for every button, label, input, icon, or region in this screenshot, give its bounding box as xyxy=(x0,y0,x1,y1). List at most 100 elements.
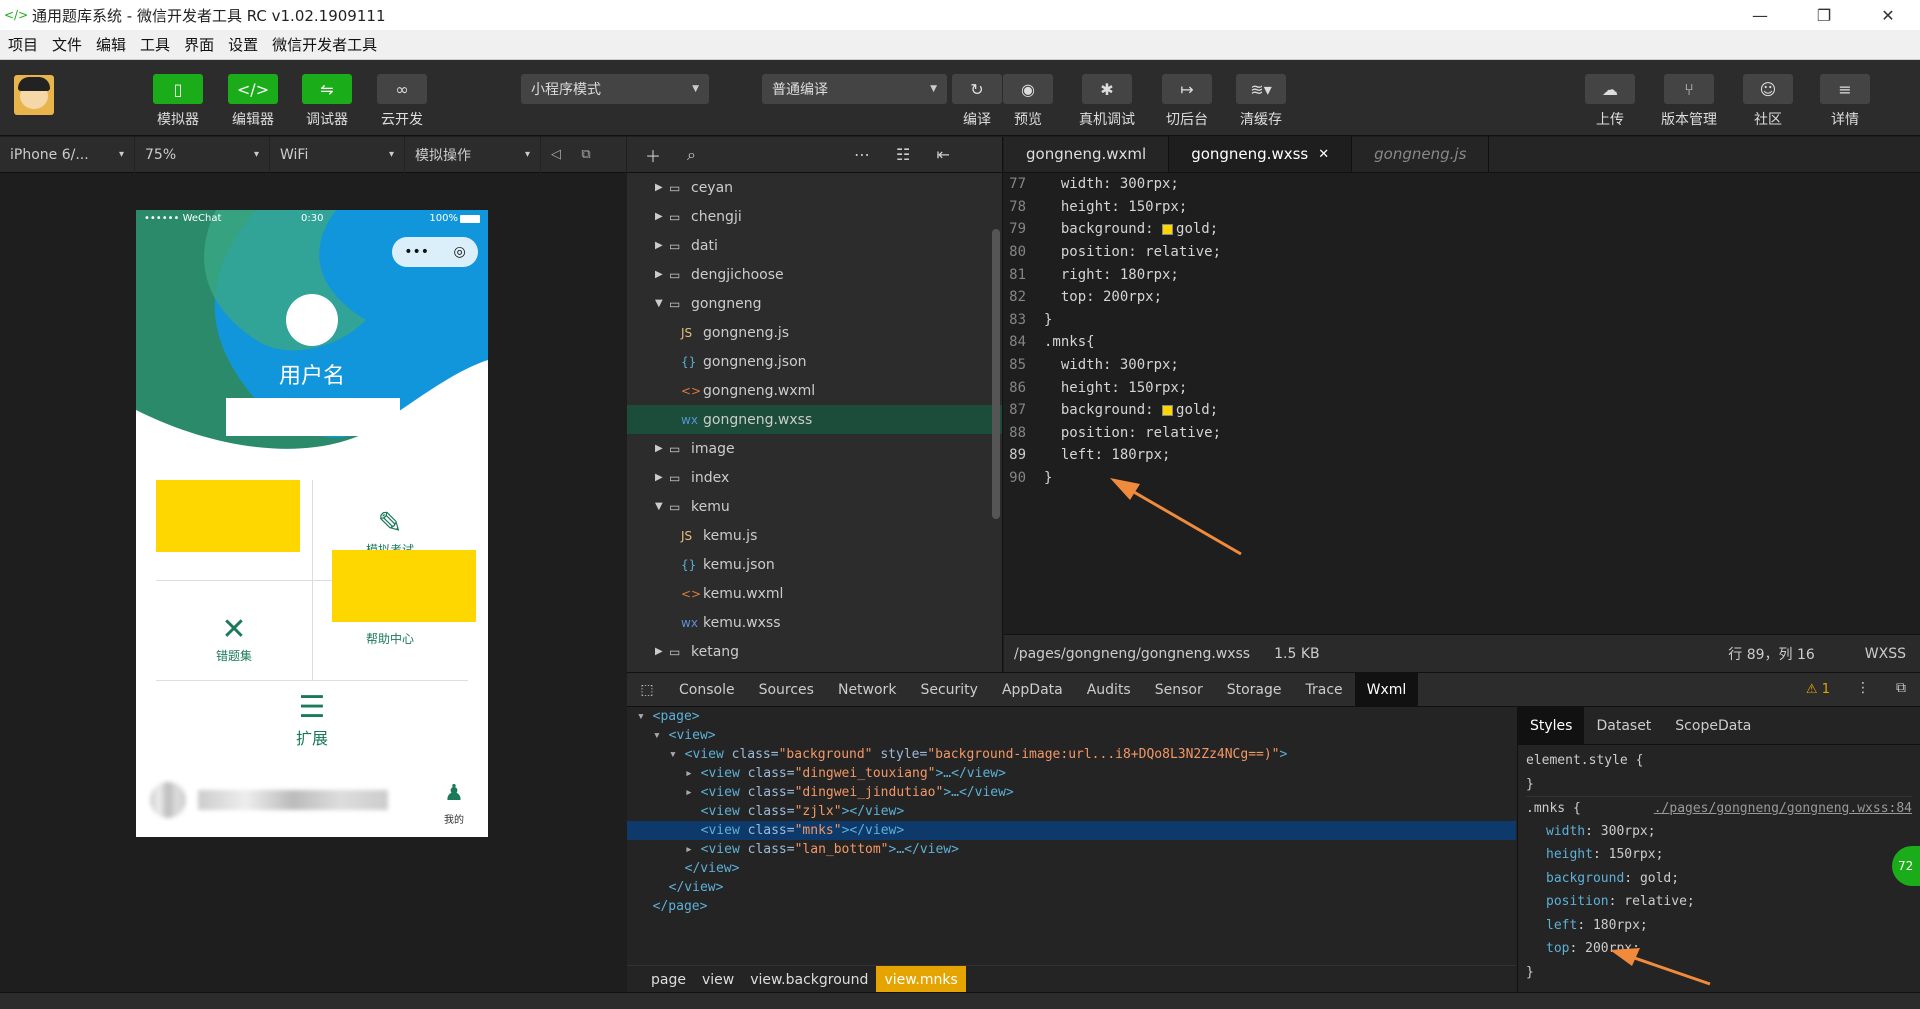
devtools-tab[interactable]: Network xyxy=(826,673,908,707)
network-select[interactable]: WiFi ▾ xyxy=(270,136,405,173)
close-target-icon[interactable]: ◎ xyxy=(454,244,466,260)
mode-select[interactable]: 小程序模式 ▼ xyxy=(521,74,709,104)
version-button[interactable]: ⑂ 版本管理 xyxy=(1659,74,1719,129)
debugger-button[interactable]: ⇋ 调试器 xyxy=(297,74,357,129)
folder-item[interactable]: ▶ ▭ ketang xyxy=(627,637,1002,666)
editor-button[interactable]: </> 编辑器 xyxy=(223,74,283,129)
file-item[interactable]: wx gongneng.wxss xyxy=(627,405,1002,434)
file-item[interactable]: JS kemu.js xyxy=(627,521,1002,550)
editor-tab[interactable]: gongneng.wxml xyxy=(1004,136,1170,172)
file-item[interactable]: {} gongneng.json xyxy=(627,347,1002,376)
menu-file[interactable]: 文件 xyxy=(52,34,82,55)
wxml-node[interactable]: ▸ <view class = "lan_bottom" >…</view> xyxy=(627,840,1516,859)
file-item[interactable]: {} kemu.json xyxy=(627,550,1002,579)
devtools-tab[interactable]: Wxml xyxy=(1354,672,1419,707)
wxml-node[interactable]: ▾ <view class = "background" style = "backgr… xyxy=(627,745,1516,764)
mini-program-capsule[interactable]: ••• ◎ xyxy=(392,237,478,267)
wxml-node[interactable]: ▸ <view class = "dingwei_jindutiao" >…</vie… xyxy=(627,783,1516,802)
tree-scrollbar[interactable] xyxy=(992,229,1000,519)
preview-button[interactable]: ◉ 预览 xyxy=(998,74,1058,129)
folder-item[interactable]: ▼ ▭ kemu xyxy=(627,492,1002,521)
user-avatar[interactable] xyxy=(14,75,54,115)
menu-project[interactable]: 项目 xyxy=(8,34,38,55)
menu-devtools[interactable]: 微信开发者工具 xyxy=(272,34,377,55)
add-icon[interactable]: ＋ xyxy=(645,143,661,167)
user-avatar-circle[interactable] xyxy=(286,294,338,346)
file-item[interactable]: <> kemu.wxml xyxy=(627,579,1002,608)
expand-arrow-icon[interactable] xyxy=(637,899,653,914)
style-property[interactable]: height: 150rpx; xyxy=(1526,843,1912,867)
kebab-icon[interactable]: ⋮ xyxy=(1856,680,1870,696)
breadcrumb-item[interactable]: view.mnks xyxy=(876,965,966,994)
close-button[interactable]: ✕ xyxy=(1856,0,1920,30)
more-icon[interactable]: ⋯ xyxy=(854,145,870,164)
close-tab-icon[interactable]: ✕ xyxy=(1318,147,1329,162)
devtools-tab[interactable]: AppData xyxy=(990,673,1075,707)
upload-button[interactable]: ☁ 上传 xyxy=(1580,74,1640,129)
folder-item[interactable]: ▶ ▭ chengji xyxy=(627,202,1002,231)
wrong-set-item[interactable]: ✕ 错题集 xyxy=(156,598,312,678)
menu-view[interactable]: 界面 xyxy=(184,34,214,55)
clear-cache-button[interactable]: ≋▾ 清缓存 xyxy=(1231,74,1291,129)
language-mode[interactable]: WXSS xyxy=(1865,646,1906,662)
devtools-tab[interactable]: Sources xyxy=(747,673,826,707)
wxml-node[interactable]: ▸ <view class = "dingwei_touxiang" >…</view… xyxy=(627,764,1516,783)
folder-item[interactable]: ▶ ▭ ceyan xyxy=(627,173,1002,202)
details-button[interactable]: ≡ 详情 xyxy=(1815,74,1875,129)
volume-icon[interactable]: ◁ xyxy=(541,147,571,162)
community-button[interactable]: ☺ 社区 xyxy=(1738,74,1798,129)
restore-button[interactable]: ❐ xyxy=(1792,0,1856,30)
popout-icon[interactable]: ⧉ xyxy=(571,147,601,162)
remote-debug-button[interactable]: ✱ 真机调试 xyxy=(1077,74,1137,129)
devtools-tab[interactable]: Console xyxy=(667,673,747,707)
devtools-tab[interactable]: Sensor xyxy=(1143,673,1215,707)
menu-settings[interactable]: 设置 xyxy=(228,34,258,55)
wxml-node[interactable]: </view> xyxy=(627,859,1516,878)
dock-icon[interactable]: ⧉ xyxy=(1896,680,1906,696)
editor-tab[interactable]: gongneng.wxss ✕ xyxy=(1169,136,1353,172)
style-property[interactable]: background: gold; xyxy=(1526,867,1912,891)
cursor-position[interactable]: 行 89，列 16 xyxy=(1728,644,1815,664)
folder-item[interactable]: ▶ ▭ dati xyxy=(627,231,1002,260)
menu-tools[interactable]: 工具 xyxy=(140,34,170,55)
file-item[interactable]: JS gongneng.js xyxy=(627,318,1002,347)
cloud-button[interactable]: ∞ 云开发 xyxy=(372,74,432,129)
styles-tab[interactable]: Dataset xyxy=(1584,707,1663,745)
style-property[interactable]: top: 200rpx; xyxy=(1526,937,1912,961)
compile-mode-select[interactable]: 普通编译 ▼ xyxy=(762,74,947,104)
folder-item[interactable]: ▶ ▭ image xyxy=(627,434,1002,463)
expand-arrow-icon[interactable]: ▾ xyxy=(637,709,653,724)
expand-arrow-icon[interactable]: ▸ xyxy=(685,842,701,857)
sort-icon[interactable]: ☷ xyxy=(896,145,910,164)
file-item[interactable]: wx kemu.wxss xyxy=(627,608,1002,637)
wxml-node[interactable]: <view class = "mnks" ></view> xyxy=(627,821,1516,840)
minimize-button[interactable]: — xyxy=(1728,0,1792,30)
wxml-node[interactable]: ▾ <view> xyxy=(627,726,1516,745)
warning-count[interactable]: ⚠ 1 xyxy=(1806,682,1830,697)
device-select[interactable]: iPhone 6/... ▾ xyxy=(0,136,135,173)
folder-item[interactable]: ▶ ▭ dengjichoose xyxy=(627,260,1002,289)
code-area[interactable]: 77 width: 300rpx; 78 height: 150rpx; 79 ba… xyxy=(1004,173,1920,633)
wxml-node[interactable]: <view class = "zjlx" ></view> xyxy=(627,802,1516,821)
devtools-tab[interactable]: Audits xyxy=(1075,673,1143,707)
extend-item[interactable]: ☰ 扩展 xyxy=(234,690,390,750)
devtools-tab[interactable]: Storage xyxy=(1215,673,1294,707)
expand-arrow-icon[interactable] xyxy=(653,880,669,895)
devtools-tab[interactable]: Trace xyxy=(1294,673,1355,707)
rule-source-link[interactable]: ./pages/gongneng/gongneng.wxss:84 xyxy=(1654,801,1912,816)
style-property[interactable]: position: relative; xyxy=(1526,890,1912,914)
wxml-node[interactable]: </page> xyxy=(627,897,1516,916)
menu-edit[interactable]: 编辑 xyxy=(96,34,126,55)
expand-arrow-icon[interactable]: ▸ xyxy=(685,766,701,781)
editor-tab[interactable]: gongneng.js xyxy=(1352,136,1490,172)
simulate-select[interactable]: 模拟操作 ▾ xyxy=(405,136,541,173)
style-property[interactable]: left: 180rpx; xyxy=(1526,914,1912,938)
styles-tab[interactable]: ScopeData xyxy=(1663,707,1763,745)
collapse-icon[interactable]: ⇤ xyxy=(936,145,949,164)
color-swatch[interactable] xyxy=(1162,404,1174,416)
background-button[interactable]: ↦ 切后台 xyxy=(1157,74,1217,129)
inspect-icon[interactable]: ⬚ xyxy=(627,682,667,698)
expand-arrow-icon[interactable] xyxy=(685,804,701,819)
expand-arrow-icon[interactable] xyxy=(669,861,685,876)
folder-item[interactable]: ▶ ▭ index xyxy=(627,463,1002,492)
